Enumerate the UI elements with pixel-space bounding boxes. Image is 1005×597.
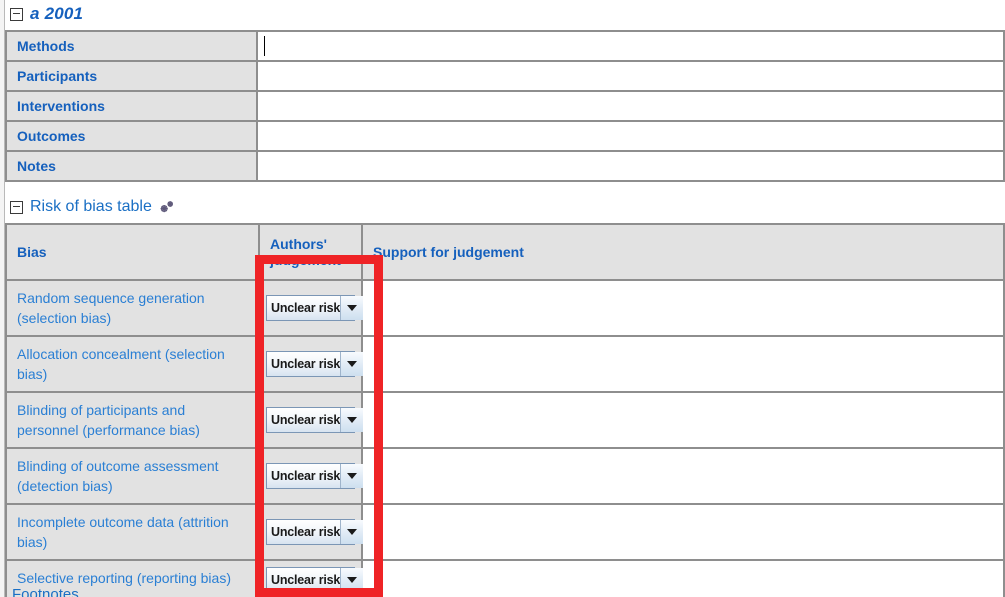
risk-of-bias-title: Risk of bias table <box>30 198 152 215</box>
judgement-select-selective-reporting[interactable]: Unclear risk <box>266 567 364 593</box>
study-title: a 2001 <box>30 4 84 23</box>
table-row: Incomplete outcome data (attrition bias)… <box>5 503 1005 561</box>
char-field-outcomes[interactable] <box>256 120 1005 152</box>
char-field-interventions[interactable] <box>256 90 1005 122</box>
study-characteristics-table: Methods Participants Interventions Outco… <box>5 30 1005 182</box>
judgement-cell-allocation-concealment: Unclear risk <box>258 335 364 393</box>
col-header-authors-judgement: Authors' judgement <box>258 223 363 281</box>
table-row: Interventions <box>5 90 1005 122</box>
support-cell-blinding-participants-personnel[interactable] <box>361 391 1005 449</box>
judgement-value: Unclear risk <box>271 413 341 427</box>
chevron-down-icon[interactable] <box>340 568 364 592</box>
characteristics-body: Methods Participants Interventions Outco… <box>5 30 1005 182</box>
chevron-down-icon[interactable] <box>340 352 364 376</box>
char-field-participants[interactable] <box>256 60 1005 92</box>
risk-of-bias-table: Bias Authors' judgement Support for judg… <box>5 223 1005 597</box>
table-row: Notes <box>5 150 1005 182</box>
col-header-bias: Bias <box>5 223 260 281</box>
table-row: Blinding of outcome assessment (detectio… <box>5 447 1005 505</box>
support-cell-incomplete-outcome-data[interactable] <box>361 503 1005 561</box>
table-row: Blinding of participants and personnel (… <box>5 391 1005 449</box>
chevron-down-icon[interactable] <box>340 408 364 432</box>
study-heading: a 2001 <box>0 4 1005 24</box>
table-row: Outcomes <box>5 120 1005 152</box>
table-header-row: Bias Authors' judgement Support for judg… <box>5 223 1005 281</box>
judgement-value: Unclear risk <box>271 357 341 371</box>
char-field-notes[interactable] <box>256 150 1005 182</box>
judgement-value: Unclear risk <box>271 469 341 483</box>
support-cell-selective-reporting[interactable] <box>361 559 1005 597</box>
char-label-notes: Notes <box>5 150 258 182</box>
risk-of-bias-body: Random sequence generation (selection bi… <box>5 279 1005 597</box>
footnotes-heading: Footnotes <box>12 586 79 597</box>
bias-label-blinding-participants-personnel[interactable]: Blinding of participants and personnel (… <box>5 391 260 449</box>
chevron-down-icon[interactable] <box>340 296 364 320</box>
judgement-select-blinding-outcome-assessment[interactable]: Unclear risk <box>266 463 364 489</box>
table-row: Methods <box>5 30 1005 62</box>
table-row: Allocation concealment (selection bias) … <box>5 335 1005 393</box>
judgement-select-incomplete-outcome-data[interactable]: Unclear risk <box>266 519 364 545</box>
char-label-interventions: Interventions <box>5 90 258 122</box>
judgement-select-random-sequence-generation[interactable]: Unclear risk <box>266 295 364 321</box>
judgement-cell-selective-reporting: Unclear risk <box>258 559 364 597</box>
page-left-rail <box>0 0 5 597</box>
support-cell-blinding-outcome-assessment[interactable] <box>361 447 1005 505</box>
table-row: Participants <box>5 60 1005 92</box>
table-row: Random sequence generation (selection bi… <box>5 279 1005 337</box>
char-label-outcomes: Outcomes <box>5 120 258 152</box>
text-caret <box>264 36 265 56</box>
char-label-participants: Participants <box>5 60 258 92</box>
char-label-methods: Methods <box>5 30 258 62</box>
collapse-minus-icon[interactable] <box>10 7 23 21</box>
page-root: a 2001 Methods Participants Intervention… <box>0 0 1005 597</box>
collapse-minus-icon[interactable] <box>10 200 23 214</box>
bias-label-blinding-outcome-assessment[interactable]: Blinding of outcome assessment (detectio… <box>5 447 260 505</box>
judgement-cell-blinding-participants-personnel: Unclear risk <box>258 391 364 449</box>
col-header-support-for-judgement: Support for judgement <box>361 223 1005 281</box>
support-cell-random-sequence-generation[interactable] <box>361 279 1005 337</box>
risk-of-bias-header-row: Bias Authors' judgement Support for judg… <box>5 223 1005 281</box>
bias-label-allocation-concealment[interactable]: Allocation concealment (selection bias) <box>5 335 260 393</box>
judgement-cell-incomplete-outcome-data: Unclear risk <box>258 503 364 561</box>
judgement-value: Unclear risk <box>271 573 341 587</box>
table-row: Selective reporting (reporting bias) Unc… <box>5 559 1005 597</box>
support-cell-allocation-concealment[interactable] <box>361 335 1005 393</box>
risk-of-bias-heading: Risk of bias table <box>0 198 1005 216</box>
judgement-cell-random-sequence-generation: Unclear risk <box>258 279 364 337</box>
bias-label-random-sequence-generation[interactable]: Random sequence generation (selection bi… <box>5 279 260 337</box>
judgement-value: Unclear risk <box>271 525 341 539</box>
gears-icon[interactable] <box>159 199 175 215</box>
judgement-select-blinding-participants-personnel[interactable]: Unclear risk <box>266 407 364 433</box>
char-field-methods[interactable] <box>256 30 1005 62</box>
judgement-value: Unclear risk <box>271 301 341 315</box>
judgement-select-allocation-concealment[interactable]: Unclear risk <box>266 351 364 377</box>
risk-of-bias-section: Risk of bias table Bias Authors' judgeme… <box>0 198 1005 597</box>
chevron-down-icon[interactable] <box>340 520 364 544</box>
chevron-down-icon[interactable] <box>340 464 364 488</box>
judgement-cell-blinding-outcome-assessment: Unclear risk <box>258 447 364 505</box>
bias-label-incomplete-outcome-data[interactable]: Incomplete outcome data (attrition bias) <box>5 503 260 561</box>
